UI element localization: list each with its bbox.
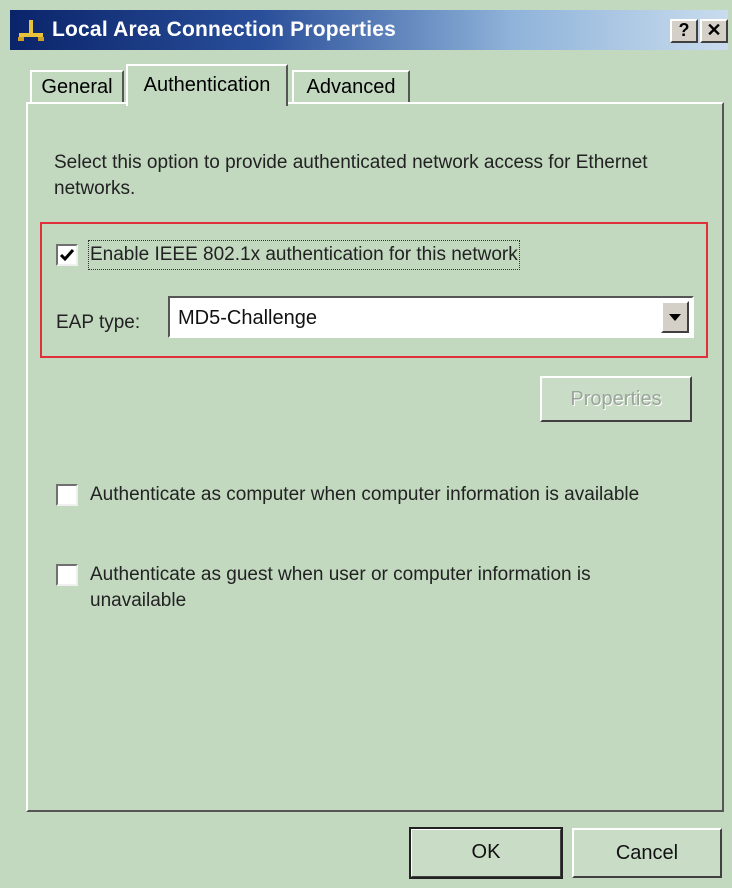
cancel-button[interactable]: Cancel: [572, 828, 722, 878]
tab-general[interactable]: General: [30, 70, 124, 104]
authentication-panel: [26, 102, 724, 812]
help-button[interactable]: ?: [670, 19, 698, 43]
enable-8021x-checkbox[interactable]: [56, 244, 78, 266]
auth-as-computer-checkbox[interactable]: [56, 484, 78, 506]
auth-as-guest-label[interactable]: Authenticate as guest when user or compu…: [90, 562, 670, 614]
auth-as-guest-checkbox[interactable]: [56, 564, 78, 586]
eap-type-value: MD5-Challenge: [178, 307, 317, 329]
eap-type-select[interactable]: MD5-Challenge: [168, 296, 694, 338]
checkmark-icon: [59, 249, 75, 262]
title-bar[interactable]: Local Area Connection Properties ? ✕: [10, 10, 728, 50]
properties-dialog: Local Area Connection Properties ? ✕ Gen…: [0, 0, 732, 888]
tab-advanced[interactable]: Advanced: [292, 70, 410, 104]
dropdown-arrow-icon[interactable]: [661, 301, 689, 333]
network-connection-icon: [16, 18, 46, 42]
tab-authentication[interactable]: Authentication: [126, 64, 288, 106]
enable-8021x-label[interactable]: Enable IEEE 802.1x authentication for th…: [88, 240, 520, 270]
eap-type-label: EAP type:: [56, 312, 141, 333]
properties-button[interactable]: Properties: [540, 376, 692, 422]
ok-button[interactable]: OK: [409, 827, 563, 879]
window-title: Local Area Connection Properties: [52, 18, 397, 41]
auth-as-computer-label[interactable]: Authenticate as computer when computer i…: [90, 482, 650, 508]
description-text: Select this option to provide authentica…: [54, 152, 648, 199]
close-button[interactable]: ✕: [700, 19, 728, 43]
